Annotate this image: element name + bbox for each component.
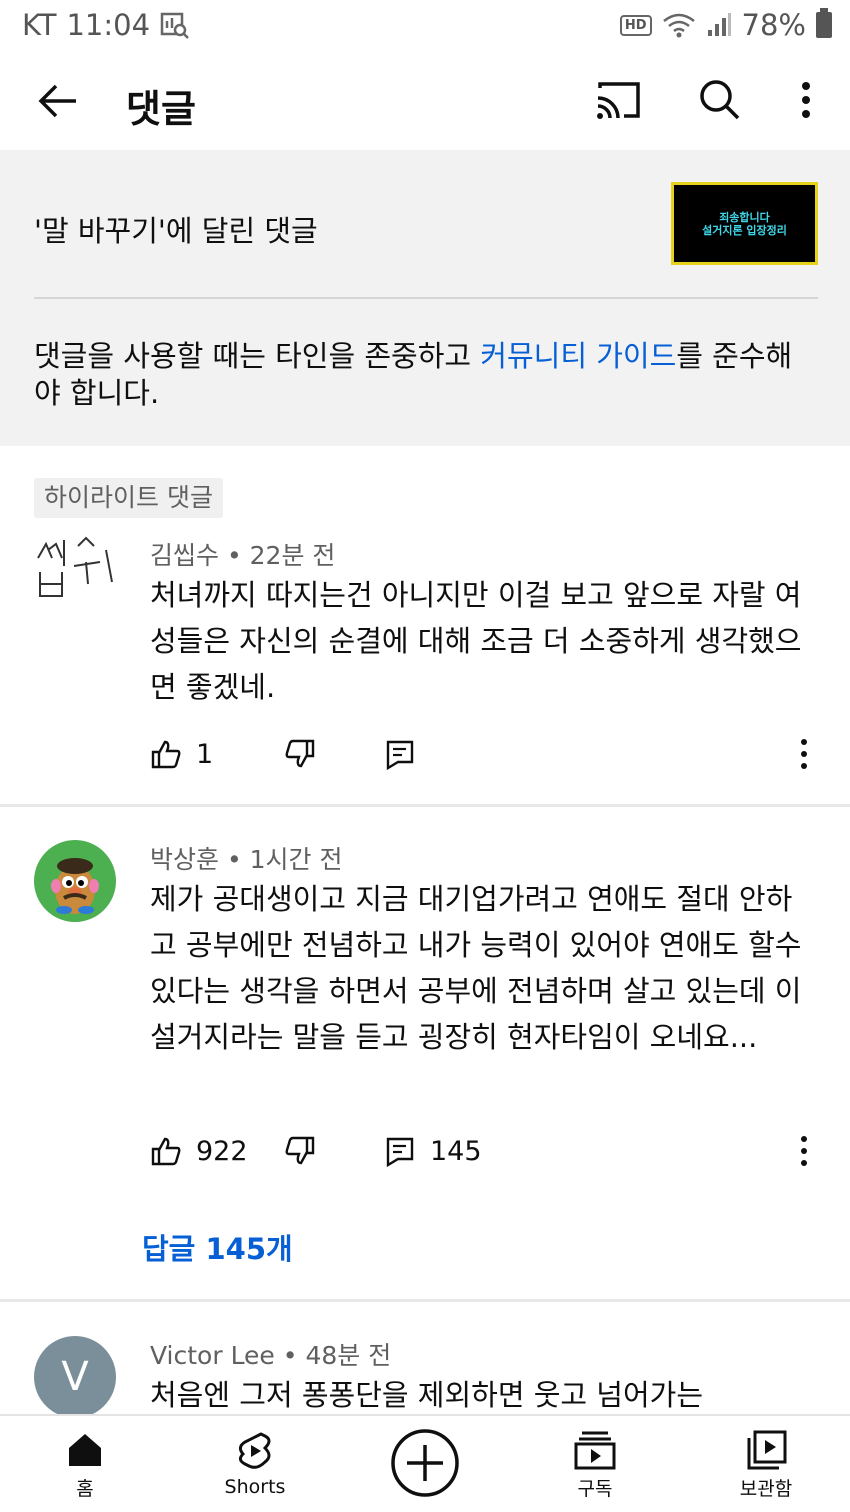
wifi-icon [662, 13, 695, 38]
comment-time: 1시간 전 [249, 845, 343, 874]
reply-button[interactable]: 145 [384, 1131, 482, 1171]
page-title: 댓글 [126, 87, 196, 131]
avatar[interactable]: V [34, 1336, 116, 1414]
home-icon [69, 1434, 101, 1466]
more-vert-icon[interactable] [782, 76, 830, 124]
highlight-comment-chip: 하이라이트 댓글 [34, 478, 223, 518]
subscriptions-icon [574, 1431, 616, 1470]
create-icon [391, 1429, 459, 1497]
meta-separator: • [219, 541, 250, 570]
comment-text: 처녀까지 따지는건 아니지만 이걸 보고 앞으로 자랄 여성들은 자신의 순결에… [150, 578, 802, 704]
meta-separator: • [274, 1341, 306, 1370]
comment-separator [0, 1299, 850, 1302]
comment-time: 22분 전 [249, 541, 336, 570]
comment-item: V Victor Lee • 48분 전 처음엔 그저 퐁퐁단을 제외하면 웃고… [0, 1330, 850, 1414]
shorts-icon [238, 1432, 271, 1469]
video-title[interactable]: '말 바꾸기'에 달린 댓글 [34, 208, 318, 250]
back-arrow-icon[interactable] [36, 78, 82, 124]
comment-meta: 박상훈 • 1시간 전 [150, 840, 343, 876]
app-header: 댓글 [0, 52, 850, 148]
comment-text: 처음엔 그저 퐁퐁단을 제외하면 웃고 넘어가는 [150, 1378, 704, 1412]
like-count: 1 [196, 738, 214, 770]
like-button[interactable]: 1 [150, 734, 213, 774]
handwritten-avatar-icon [37, 536, 113, 597]
reply-comment-icon [386, 740, 414, 770]
guidelines-text-before: 댓글을 사용할 때는 타인을 존중하고 [34, 339, 481, 373]
search-icon[interactable] [696, 76, 744, 124]
dislike-button[interactable] [284, 1131, 316, 1171]
screen-search-icon [160, 12, 189, 39]
reply-button[interactable] [384, 734, 416, 774]
divider [34, 297, 818, 299]
comment-more-icon[interactable] [798, 1135, 810, 1167]
video-thumbnail[interactable]: 죄송합니다 설거지론 입장정리 [671, 182, 818, 265]
comment-text: 제가 공대생이고 지금 대기업가려고 연애도 절대 안하고 공부에만 전념하고 … [150, 882, 802, 1054]
hd-badge: HD [619, 14, 652, 36]
nav-library[interactable]: 보관함 [716, 1416, 816, 1512]
comment-separator [0, 804, 850, 807]
thumb-up-icon [151, 1137, 181, 1166]
carrier: KT [22, 8, 57, 42]
nav-subscriptions-label: 구독 [577, 1478, 613, 1500]
comment-actions: 1 [150, 734, 830, 774]
comment-time: 48분 전 [305, 1341, 392, 1370]
potato-character-avatar-icon [51, 858, 99, 914]
thumb-down-icon [285, 739, 315, 768]
comment-item: 박상훈 • 1시간 전 제가 공대생이고 지금 대기업가려고 연애도 절대 안하… [0, 834, 850, 1294]
reply-comment-icon [386, 1137, 414, 1167]
nav-library-label: 보관함 [739, 1478, 793, 1500]
avatar[interactable] [34, 536, 116, 618]
clock: 11:04 [66, 8, 151, 42]
like-count: 922 [196, 1135, 248, 1167]
thumbnail-line-2: 설거지론 입장정리 [702, 223, 787, 237]
avatar[interactable] [34, 840, 116, 922]
comment-author[interactable]: Victor Lee [150, 1341, 275, 1370]
nav-create[interactable] [375, 1416, 475, 1512]
comment-more-icon[interactable] [798, 738, 810, 770]
thumb-down-icon [285, 1136, 315, 1165]
comment-meta: Victor Lee • 48분 전 [150, 1336, 391, 1372]
video-info-panel: '말 바꾸기'에 달린 댓글 죄송합니다 설거지론 입장정리 댓글을 사용할 때… [0, 150, 850, 446]
nav-shorts[interactable]: Shorts [195, 1416, 315, 1512]
status-bar: KT 11:04 HD 78% [0, 0, 850, 52]
thumb-up-icon [151, 740, 181, 769]
comment-item: 김씹수 • 22분 전 처녀까지 따지는건 아니지만 이걸 보고 앞으로 자랄 … [0, 530, 850, 810]
reply-count: 145 [430, 1135, 482, 1167]
comment-author[interactable]: 김씹수 [150, 541, 219, 570]
nav-subscriptions[interactable]: 구독 [545, 1416, 645, 1512]
cast-icon[interactable] [594, 76, 642, 124]
bottom-navigation: 홈 Shorts 구독 보관함 [0, 1414, 850, 1512]
signal-icon [707, 13, 731, 36]
view-replies-link[interactable]: 답글 145개 [142, 1226, 293, 1268]
comment-actions: 922 145 [150, 1131, 830, 1171]
meta-separator: • [219, 845, 250, 874]
dislike-button[interactable] [284, 734, 316, 774]
comment-author[interactable]: 박상훈 [150, 845, 219, 874]
nav-home-label: 홈 [76, 1478, 94, 1500]
nav-home[interactable]: 홈 [35, 1416, 135, 1512]
community-guidelines-notice: 댓글을 사용할 때는 타인을 존중하고 커뮤니티 가이드를 준수해야 합니다. [34, 338, 794, 412]
comment-meta: 김씹수 • 22분 전 [150, 536, 335, 572]
community-guidelines-link[interactable]: 커뮤니티 가이드 [480, 339, 676, 373]
battery-percent: 78% [741, 8, 806, 42]
library-icon [747, 1430, 787, 1470]
like-button[interactable]: 922 [150, 1131, 248, 1171]
nav-shorts-label: Shorts [224, 1476, 286, 1498]
thumbnail-line-1: 죄송합니다 [719, 210, 770, 224]
battery-icon [816, 8, 832, 38]
